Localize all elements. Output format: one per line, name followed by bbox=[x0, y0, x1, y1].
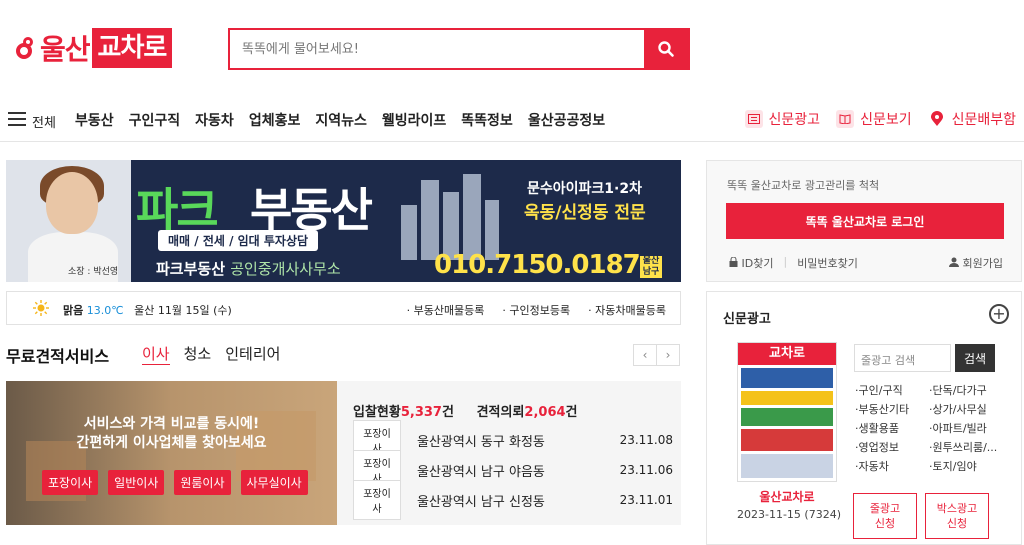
carousel-arrows: ‹ › bbox=[633, 344, 680, 366]
nav-all-menu[interactable]: 전체 bbox=[32, 112, 56, 131]
banner-services: 매매 / 전세 / 임대 투자상담 bbox=[158, 230, 319, 251]
main-nav: 전체 부동산 구인구직 자동차 업체홍보 지역뉴스 웰빙라이프 똑똑정보 울산공… bbox=[0, 100, 1024, 142]
line-ad-search-button[interactable]: 검색 bbox=[955, 344, 995, 372]
category-link[interactable]: ·단독/다가구 bbox=[929, 382, 1003, 398]
weather-date: 울산 11월 15일 (수) bbox=[134, 304, 232, 317]
promo-button-oneroom[interactable]: 원룸이사 bbox=[174, 470, 231, 495]
ad-banner[interactable]: 소장 : 박선영 파크 부동산 매매 / 전세 / 임대 투자상담 파크부동산 … bbox=[6, 160, 681, 282]
bid-summary: 입찰현황5,337건 견적의뢰2,064건 bbox=[353, 405, 578, 420]
register-realestate-link[interactable]: · 부동산매물등록 bbox=[407, 302, 485, 318]
category-link[interactable]: ·부동산기타 bbox=[855, 401, 929, 417]
promo-button-office[interactable]: 사무실이사 bbox=[240, 470, 308, 495]
category-link[interactable]: ·원투쓰리룸/... bbox=[929, 439, 1003, 455]
register-car-link[interactable]: · 자동차매물등록 bbox=[588, 302, 666, 318]
nav-item-cars[interactable]: 자동차 bbox=[195, 110, 234, 130]
hamburger-menu-icon[interactable] bbox=[8, 112, 26, 126]
banner-office: 파크부동산 공인중개사사무소 bbox=[156, 260, 341, 278]
category-link[interactable]: ·구인/구직 bbox=[855, 382, 929, 398]
tab-cleaning[interactable]: 청소 bbox=[184, 343, 212, 365]
tab-interior[interactable]: 인테리어 bbox=[225, 343, 280, 365]
bid-date: 23.11.06 bbox=[619, 463, 673, 477]
login-message: 똑똑 울산교차로 광고관리를 척척 bbox=[727, 179, 880, 192]
apartment-buildings-image bbox=[401, 170, 511, 260]
nav-item-local-news[interactable]: 지역뉴스 bbox=[315, 110, 367, 130]
search-bar bbox=[228, 28, 690, 70]
bid-tag: 포장이사 bbox=[353, 480, 401, 520]
search-input[interactable] bbox=[230, 30, 644, 68]
box-ad-apply-button[interactable]: 박스광고 신청 bbox=[925, 493, 989, 539]
banner-apartment: 문수아이파크1·2차 bbox=[527, 181, 642, 197]
banner-area: 옥동/신정동 전문 bbox=[524, 203, 646, 223]
newspaper-date: 2023-11-15 (7324) bbox=[737, 508, 842, 521]
lock-icon bbox=[729, 256, 738, 267]
search-icon bbox=[658, 41, 674, 57]
newspaper-ad-icon bbox=[744, 110, 763, 128]
tab-moving[interactable]: 이사 bbox=[142, 343, 170, 365]
weather-condition: 맑음 bbox=[63, 304, 84, 317]
nav-item-business[interactable]: 업체홍보 bbox=[249, 110, 301, 130]
bid-status-panel: 입찰현황5,337건 견적의뢰2,064건 포장이사 울산광역시 동구 화정동 … bbox=[337, 381, 681, 525]
bid-location: 울산광역시 동구 화정동 bbox=[417, 434, 545, 450]
ad-category-list: ·구인/구직 ·단독/다가구 ·부동산기타 ·상가/사무실 ·생활용품 ·아파트… bbox=[855, 382, 1005, 474]
banner-tag: 울산 남구 bbox=[640, 256, 662, 278]
nav-newspaper-box-link[interactable]: 신문배부함 bbox=[928, 109, 1016, 129]
logo-text: 울산 bbox=[40, 33, 91, 66]
bid-location: 울산광역시 남구 야음동 bbox=[417, 464, 545, 480]
nav-item-jobs[interactable]: 구인구직 bbox=[129, 110, 181, 130]
list-item[interactable]: 포장이사 울산광역시 남구 야음동 23.11.06 bbox=[353, 450, 673, 490]
promo-button-packing[interactable]: 포장이사 bbox=[42, 470, 99, 495]
chevron-left-icon[interactable]: ‹ bbox=[633, 344, 657, 366]
banner-agent-name: 소장 : 박선영 bbox=[68, 267, 119, 277]
user-icon bbox=[949, 257, 960, 267]
login-panel: 똑똑 울산교차로 광고관리를 척척 똑똑 울산교차로 로그인 ID찾기 | 비밀… bbox=[706, 160, 1022, 282]
line-ad-search-input[interactable]: 줄광고 검색 bbox=[854, 344, 951, 372]
join-link[interactable]: 회원가입 bbox=[949, 255, 1003, 271]
category-link[interactable]: ·아파트/빌라 bbox=[929, 420, 1003, 436]
moving-promo[interactable]: 서비스와 가격 비교를 동시에! 간편하게 이사업체를 찾아보세요 포장이사 일… bbox=[6, 381, 337, 525]
bid-date: 23.11.01 bbox=[619, 493, 673, 507]
register-job-link[interactable]: · 구인정보등록 bbox=[502, 302, 570, 318]
plus-icon[interactable]: + bbox=[989, 304, 1009, 324]
chevron-right-icon[interactable]: › bbox=[656, 344, 680, 366]
promo-text: 서비스와 가격 비교를 동시에! 간편하게 이사업체를 찾아보세요 bbox=[76, 416, 267, 451]
free-quote-title: 무료견적서비스 bbox=[6, 347, 110, 366]
weather-text: 맑음 13.0℃ 울산 11월 15일 (수) bbox=[63, 302, 232, 318]
nav-item-realestate[interactable]: 부동산 bbox=[75, 110, 114, 130]
site-logo[interactable]: 울산 교차로 bbox=[14, 26, 212, 70]
nav-item-wellbeing[interactable]: 웰빙라이프 bbox=[382, 110, 446, 130]
category-link[interactable]: ·생활용품 bbox=[855, 420, 929, 436]
promo-button-general[interactable]: 일반이사 bbox=[108, 470, 165, 495]
category-link[interactable]: ·영업정보 bbox=[855, 439, 929, 455]
weather-temp: 13.0℃ bbox=[86, 304, 124, 317]
newspaper-ad-title: 신문광고 bbox=[723, 312, 771, 327]
newspaper-cover-image[interactable]: 교차로 bbox=[737, 342, 837, 482]
banner-phone: 010.7150.0187 bbox=[434, 250, 641, 280]
newspaper-ad-panel: 신문광고 + 교차로 울산교차로 2023-11-15 (7324) 줄광고 검… bbox=[706, 291, 1022, 545]
login-button[interactable]: 똑똑 울산교차로 로그인 bbox=[726, 203, 1004, 239]
nav-item-info[interactable]: 똑똑정보 bbox=[461, 110, 513, 130]
nav-newspaper-ad-link[interactable]: 신문광고 bbox=[744, 109, 820, 129]
weather-bar: 맑음 13.0℃ 울산 11월 15일 (수) · 부동산매물등록 · 구인정보… bbox=[6, 291, 681, 325]
sun-icon bbox=[33, 300, 49, 316]
search-button[interactable] bbox=[644, 30, 688, 68]
category-link[interactable]: ·자동차 bbox=[855, 458, 929, 474]
category-link[interactable]: ·토지/임야 bbox=[929, 458, 1003, 474]
bid-location: 울산광역시 남구 신정동 bbox=[417, 494, 545, 510]
bid-date: 23.11.08 bbox=[619, 433, 673, 447]
line-ad-apply-button[interactable]: 줄광고 신청 bbox=[853, 493, 917, 539]
book-icon bbox=[836, 110, 855, 128]
location-pin-icon bbox=[928, 110, 946, 128]
logo-mark-icon bbox=[14, 35, 36, 61]
free-quote-tabs: 이사 청소 인테리어 bbox=[142, 343, 280, 365]
nav-item-public-info[interactable]: 울산공공정보 bbox=[528, 110, 605, 130]
newspaper-name[interactable]: 울산교차로 bbox=[737, 488, 837, 505]
nav-newspaper-view-link[interactable]: 신문보기 bbox=[836, 109, 912, 129]
logo-box-text: 교차로 bbox=[91, 28, 173, 68]
list-item[interactable]: 포장이사 울산광역시 남구 신정동 23.11.01 bbox=[353, 480, 673, 520]
find-id-link[interactable]: ID찾기 bbox=[729, 255, 773, 271]
category-link[interactable]: ·상가/사무실 bbox=[929, 401, 1003, 417]
list-item[interactable]: 포장이사 울산광역시 동구 화정동 23.11.08 bbox=[353, 420, 673, 460]
find-password-link[interactable]: 비밀번호찾기 bbox=[797, 255, 858, 271]
